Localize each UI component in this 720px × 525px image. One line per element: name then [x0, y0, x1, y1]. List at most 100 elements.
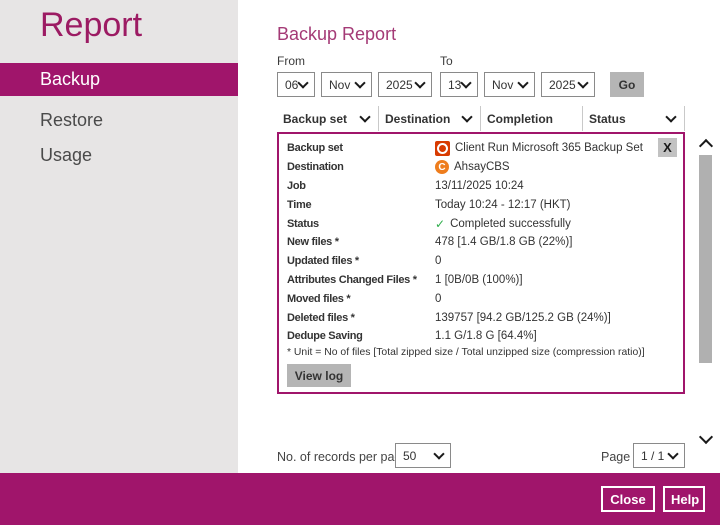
chevron-down-icon — [577, 77, 589, 89]
row-value: 1.1 G/1.8 G [64.4%] — [435, 330, 537, 343]
record-row-attributes-changed: Attributes Changed Files * 1 [0B/0B (100… — [279, 271, 683, 290]
go-button[interactable]: Go — [610, 72, 644, 97]
row-label: New files * — [287, 236, 339, 249]
to-month-select[interactable]: Nov — [484, 72, 535, 97]
filter-row: Backup set Destination Completion Status — [277, 106, 685, 131]
row-value: C AhsayCBS — [435, 160, 510, 175]
row-label: Attributes Changed Files * — [287, 273, 417, 286]
records-per-page-value: 50 — [403, 448, 417, 463]
microsoft-365-icon — [435, 140, 450, 156]
to-label: To — [440, 54, 453, 68]
chevron-down-icon — [354, 77, 366, 89]
record-row-job: Job 13/11/2025 10:24 — [279, 177, 683, 196]
unit-footnote: * Unit = No of files [Total zipped size … — [287, 347, 645, 358]
chevron-down-icon — [665, 111, 677, 123]
check-icon: ✓ — [435, 216, 446, 231]
scrollbar-down-icon[interactable] — [698, 429, 714, 445]
to-day-select[interactable]: 13 — [440, 72, 478, 97]
record-row-moved-files: Moved files * 0 — [279, 289, 683, 308]
ahsaycbs-icon: C — [435, 160, 449, 175]
record-row-dedupe-saving: Dedupe Saving 1.1 G/1.8 G [64.4%] — [279, 327, 683, 346]
page-value: 1 / 1 — [641, 448, 665, 463]
filter-destination[interactable]: Destination — [379, 106, 481, 131]
row-value: 0 — [435, 292, 442, 305]
row-label: Job — [287, 179, 306, 192]
filter-completion-label: Completion — [487, 111, 553, 126]
filter-destination-label: Destination — [385, 111, 451, 126]
row-label: Status — [287, 217, 319, 230]
help-button[interactable]: Help — [663, 486, 705, 512]
record-row-destination: Destination C AhsayCBS — [279, 158, 683, 177]
page-title: Backup Report — [277, 24, 397, 44]
records-per-page-select[interactable]: 50 — [395, 443, 451, 468]
record-row-updated-files: Updated files * 0 — [279, 252, 683, 271]
record-row-new-files: New files * 478 [1.4 GB/1.8 GB (22%)] — [279, 233, 683, 252]
sidebar-item-restore[interactable]: Restore — [0, 104, 238, 137]
sidebar-item-usage[interactable]: Usage — [0, 139, 238, 172]
backup-report-window: Report Backup Restore Usage Backup Repor… — [0, 0, 720, 525]
chevron-down-icon — [517, 77, 529, 89]
record-row-time: Time Today 10:24 - 12:17 (HKT) — [279, 195, 683, 214]
from-month-select[interactable]: Nov — [321, 72, 372, 97]
row-value: Client Run Microsoft 365 Backup Set — [435, 140, 643, 156]
row-label: Moved files * — [287, 292, 351, 305]
sidebar-item-restore-label: Restore — [40, 110, 104, 130]
to-day-value: 13 — [448, 77, 462, 92]
status-text: Completed successfully — [450, 217, 571, 230]
close-button[interactable]: Close — [601, 486, 655, 512]
row-label: Time — [287, 198, 312, 211]
from-month-value: Nov — [329, 77, 351, 92]
chevron-down-icon — [433, 448, 445, 460]
page-label: Page — [601, 450, 631, 464]
record-row-backup-set: Backup set Client Run Microsoft 365 Back… — [279, 139, 683, 158]
record-row-deleted-files: Deleted files * 139757 [94.2 GB/125.2 GB… — [279, 308, 683, 327]
row-label: Deleted files * — [287, 311, 355, 324]
from-year-value: 2025 — [386, 77, 413, 92]
backup-record-panel: X Backup set Client Run Microsoft 365 Ba… — [277, 132, 685, 394]
chevron-down-icon — [667, 448, 679, 460]
to-year-select[interactable]: 2025 — [541, 72, 595, 97]
sidebar-item-backup[interactable]: Backup — [0, 63, 238, 96]
sidebar-item-backup-label: Backup — [40, 69, 101, 89]
filter-completion[interactable]: Completion — [481, 106, 583, 131]
from-label: From — [277, 54, 305, 68]
row-value: 478 [1.4 GB/1.8 GB (22%)] — [435, 236, 573, 249]
to-month-value: Nov — [492, 77, 514, 92]
from-year-select[interactable]: 2025 — [378, 72, 432, 97]
chevron-down-icon — [461, 111, 473, 123]
row-label: Dedupe Saving — [287, 330, 363, 343]
sidebar-item-usage-label: Usage — [40, 145, 93, 165]
record-rows: Backup set Client Run Microsoft 365 Back… — [279, 139, 683, 346]
to-year-value: 2025 — [549, 77, 576, 92]
filter-status-label: Status — [589, 111, 626, 126]
filter-backup-set[interactable]: Backup set — [277, 106, 379, 131]
records-per-page-label: No. of records per page — [277, 450, 409, 464]
row-label: Updated files * — [287, 255, 359, 268]
row-value: 1 [0B/0B (100%)] — [435, 273, 523, 286]
page-select[interactable]: 1 / 1 — [633, 443, 685, 468]
chevron-down-icon — [414, 77, 426, 89]
from-day-value: 06 — [285, 77, 299, 92]
filter-status[interactable]: Status — [583, 106, 685, 131]
view-log-button[interactable]: View log — [287, 364, 351, 387]
from-day-select[interactable]: 06 — [277, 72, 315, 97]
chevron-down-icon — [460, 77, 472, 89]
destination-name: AhsayCBS — [454, 161, 510, 174]
scrollbar-up-icon[interactable] — [698, 138, 714, 154]
record-row-status: Status ✓ Completed successfully — [279, 214, 683, 233]
row-value: 0 — [435, 255, 442, 268]
row-label: Destination — [287, 161, 344, 174]
row-label: Backup set — [287, 142, 343, 155]
scrollbar-thumb[interactable] — [699, 155, 712, 363]
chevron-down-icon — [297, 77, 309, 89]
backup-set-name: Client Run Microsoft 365 Backup Set — [455, 142, 643, 155]
row-value: 13/11/2025 10:24 — [435, 179, 524, 192]
footer-bar: Close Help — [0, 473, 720, 525]
row-value: 139757 [94.2 GB/125.2 GB (24%)] — [435, 311, 611, 324]
row-value: Today 10:24 - 12:17 (HKT) — [435, 198, 571, 211]
sidebar-title: Report — [40, 6, 143, 44]
row-value: ✓ Completed successfully — [435, 217, 571, 231]
chevron-down-icon — [359, 111, 371, 123]
sidebar: Report Backup Restore Usage — [0, 0, 238, 473]
filter-backup-set-label: Backup set — [283, 111, 348, 126]
